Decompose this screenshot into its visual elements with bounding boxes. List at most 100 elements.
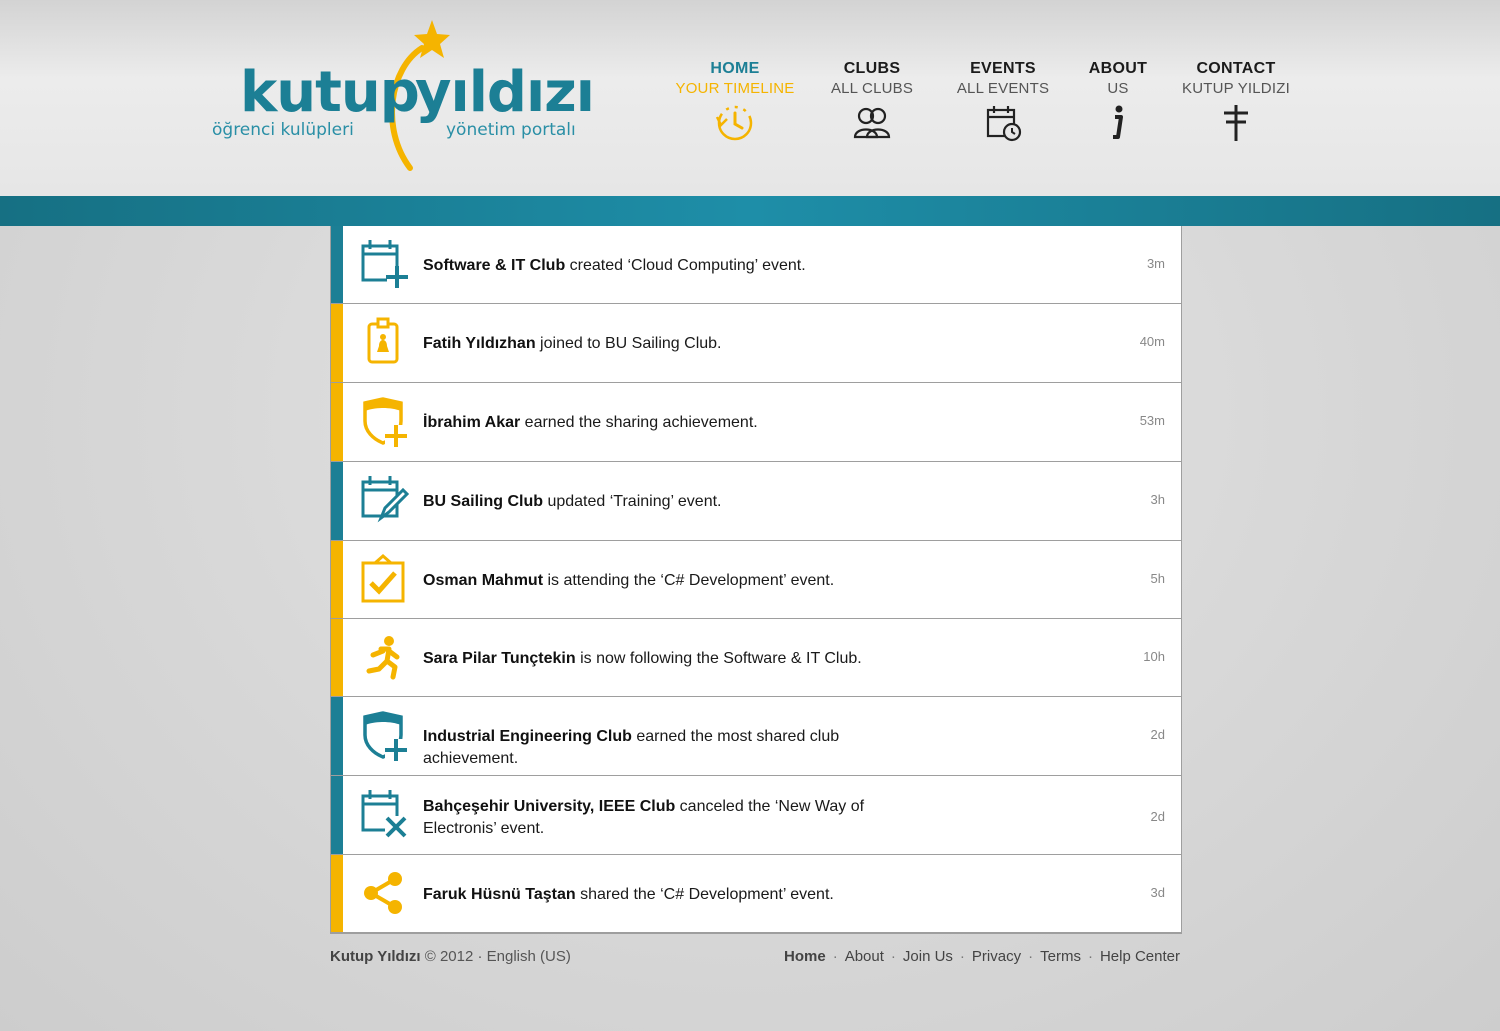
footer-copyright-text: © 2012 · English (US) (420, 948, 571, 965)
feed-row-message: Software & IT Club created ‘Cloud Comput… (423, 255, 923, 277)
feed-row-actor[interactable]: Software & IT Club (423, 257, 565, 274)
feed-row[interactable]: Faruk Hüsnü Taştan shared the ‘C# Develo… (331, 855, 1181, 933)
footer-links: Home · About · Join Us · Privacy · Terms · Help Ce… (784, 948, 1180, 965)
logo-word-yildizi: yıldızı (415, 60, 595, 125)
nav-contact-subtitle: KUTUP YILDIZI (1182, 80, 1290, 97)
calendar-edit-icon (361, 476, 409, 523)
feed-row-actor[interactable]: Fatih Yıldızhan (423, 335, 536, 352)
feed-row-message: Industrial Engineering Club earned the m… (423, 726, 923, 770)
feed-row-message: Faruk Hüsnü Taştan shared the ‘C# Develo… (423, 884, 923, 906)
feed-row[interactable]: Osman Mahmut is attending the ‘C# Develo… (331, 541, 1181, 619)
footer-link-privacy[interactable]: Privacy (972, 948, 1021, 965)
feed-row-time: 3h (1150, 492, 1165, 507)
feed-row-message: BU Sailing Club updated ‘Training’ event… (423, 491, 923, 513)
feed-row-actor[interactable]: Sara Pilar Tunçtekin (423, 650, 576, 667)
feed-row-type-bar (331, 226, 343, 303)
feed-row-message: Fatih Yıldızhan joined to BU Sailing Clu… (423, 333, 923, 355)
nav-clubs-title: CLUBS (843, 60, 901, 77)
share-icon (364, 872, 402, 914)
footer-link-join-us[interactable]: Join Us (903, 948, 953, 965)
nav-contact[interactable]: CONTACT KUTUP YILDIZI (1176, 60, 1296, 143)
feed-row[interactable]: BU Sailing Club updated ‘Training’ event… (331, 462, 1181, 541)
feed-row-text: updated ‘Training’ event. (543, 493, 722, 510)
running-person-icon (366, 636, 400, 680)
nav-events-title: EVENTS (970, 60, 1036, 77)
feed-row-time: 10h (1143, 649, 1165, 664)
feed-row-type-bar (331, 855, 343, 932)
feed-row-text: joined to BU Sailing Club. (535, 335, 722, 352)
footer-link-help-center[interactable]: Help Center (1100, 948, 1180, 965)
feed-row-time: 2d (1150, 809, 1165, 824)
site-header: kutup yıldızı öğrenci kulüpleri yönetim … (0, 0, 1500, 196)
nav-about-subtitle: US (1107, 80, 1129, 97)
feed-row-text: shared the ‘C# Development’ event. (575, 886, 834, 903)
feed-row-time: 3m (1146, 256, 1165, 271)
footer-copyright: Kutup Yıldızı © 2012 · English (US) (330, 948, 571, 965)
nav-home-subtitle: YOUR TIMELINE (675, 80, 795, 97)
timeline-clock-icon (674, 103, 796, 143)
feed-row[interactable]: Industrial Engineering Club earned the m… (331, 697, 1181, 776)
badge-join-icon (367, 317, 399, 364)
feed-row-type-bar (331, 697, 343, 775)
feed-row-type-bar (331, 541, 343, 618)
feed-row-text: is now following the Software & IT Club. (575, 650, 862, 667)
feed-row[interactable]: Bahçeşehir University, IEEE Club cancele… (331, 776, 1181, 855)
feed-row-type-bar (331, 462, 343, 540)
feed-row[interactable]: İbrahim Akar earned the sharing achievem… (331, 383, 1181, 462)
feed-row-text: earned the sharing achievement. (520, 414, 758, 431)
feed-row-time: 40m (1139, 334, 1165, 349)
site-footer: Kutup Yıldızı © 2012 · English (US) Home… (330, 948, 1180, 968)
calendar-cancel-icon (361, 790, 407, 838)
timeline-feed: Software & IT Club created ‘Cloud Comput… (330, 226, 1182, 934)
feed-row[interactable]: Sara Pilar Tunçtekin is now following th… (331, 619, 1181, 697)
feed-row-type-bar (331, 383, 343, 461)
footer-brand: Kutup Yıldızı (330, 948, 421, 965)
nav-home[interactable]: HOME YOUR TIMELINE (674, 60, 796, 143)
nav-contact-title: CONTACT (1196, 60, 1276, 77)
clipboard-check-icon (361, 554, 405, 603)
feed-row-type-bar (331, 776, 343, 854)
nav-events-subtitle: ALL EVENTS (956, 80, 1050, 97)
signpost-icon (1176, 103, 1296, 143)
feed-row-text: is attending the ‘C# Development’ event. (543, 572, 835, 589)
footer-link-terms[interactable]: Terms (1040, 948, 1081, 965)
feed-row-actor[interactable]: Bahçeşehir University, IEEE Club (423, 798, 675, 815)
feed-row-message: Osman Mahmut is attending the ‘C# Develo… (423, 570, 923, 592)
calendar-add-icon (361, 240, 408, 288)
info-icon (1080, 103, 1156, 143)
feed-row-time: 3d (1150, 885, 1165, 900)
feed-row-message: İbrahim Akar earned the sharing achievem… (423, 412, 923, 434)
logo-word-kutup: kutup (240, 60, 420, 125)
feed-row-actor[interactable]: Osman Mahmut (423, 572, 543, 589)
footer-link-home[interactable]: Home (784, 948, 826, 965)
header-band (0, 196, 1500, 226)
feed-row-text: created ‘Cloud Computing’ event. (565, 257, 806, 274)
calendar-clock-icon (950, 103, 1056, 143)
shield-plus-icon (363, 397, 407, 447)
logo-tagline-left: öğrenci kulüpleri (212, 120, 354, 140)
nav-about-title: ABOUT (1088, 60, 1148, 77)
feed-row-message: Sara Pilar Tunçtekin is now following th… (423, 648, 923, 670)
footer-link-about[interactable]: About (845, 948, 884, 965)
people-icon (820, 103, 924, 143)
feed-row-time: 2d (1150, 727, 1165, 742)
feed-row-actor[interactable]: Industrial Engineering Club (423, 728, 632, 745)
feed-row-actor[interactable]: İbrahim Akar (423, 414, 520, 431)
shield-plus-icon (363, 711, 407, 761)
nav-clubs-subtitle: ALL CLUBS (830, 80, 914, 97)
nav-events[interactable]: EVENTS ALL EVENTS (950, 60, 1056, 143)
feed-row-message: Bahçeşehir University, IEEE Club cancele… (423, 796, 923, 840)
nav-home-title: HOME (710, 60, 760, 77)
feed-row-time: 53m (1139, 413, 1165, 428)
feed-row-time: 5h (1150, 571, 1165, 586)
feed-row[interactable]: Software & IT Club created ‘Cloud Comput… (331, 226, 1181, 304)
logo-tagline-right: yönetim portalı (446, 120, 576, 140)
feed-row-actor[interactable]: BU Sailing Club (423, 493, 543, 510)
feed-row[interactable]: Fatih Yıldızhan joined to BU Sailing Clu… (331, 304, 1181, 383)
feed-row-type-bar (331, 619, 343, 696)
nav-about[interactable]: ABOUT US (1080, 60, 1156, 143)
feed-row-type-bar (331, 304, 343, 382)
site-logo[interactable]: kutup yıldızı öğrenci kulüpleri yönetim … (210, 18, 595, 178)
nav-clubs[interactable]: CLUBS ALL CLUBS (820, 60, 924, 143)
feed-row-actor[interactable]: Faruk Hüsnü Taştan (423, 886, 576, 903)
